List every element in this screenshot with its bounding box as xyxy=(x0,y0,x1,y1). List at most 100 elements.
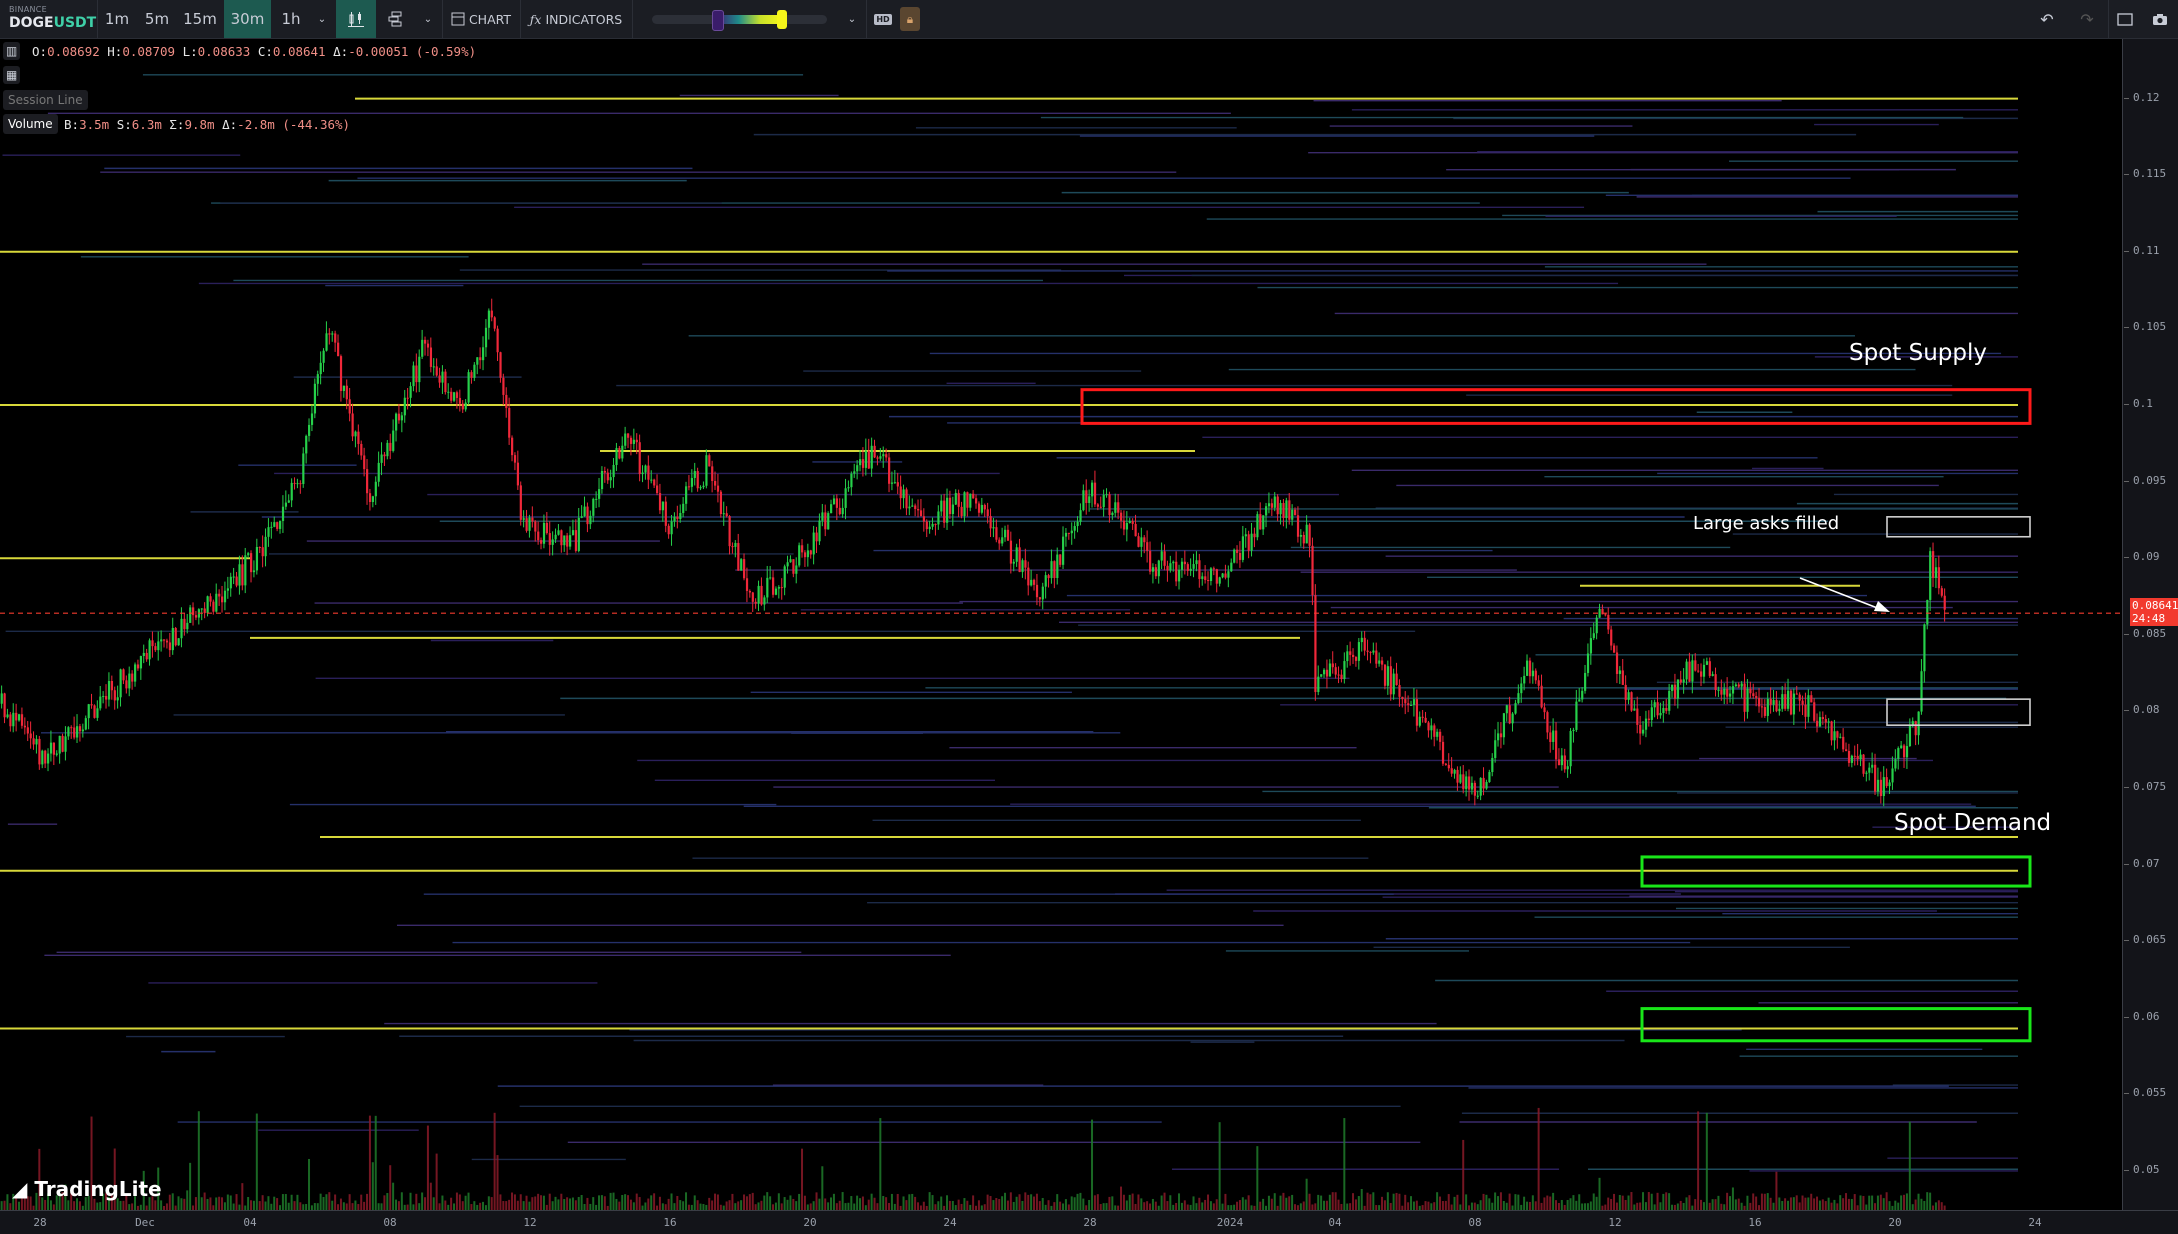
volume-bar xyxy=(1244,1199,1247,1210)
volume-bar xyxy=(1160,1195,1163,1210)
slider-chevron-down-icon[interactable]: ⌄ xyxy=(842,0,862,38)
volume-bar xyxy=(490,1197,493,1210)
volume-bar xyxy=(563,1199,566,1210)
volume-bar xyxy=(1412,1201,1415,1210)
volume-bar xyxy=(757,1202,760,1210)
volume-bar xyxy=(774,1202,777,1210)
candle xyxy=(861,459,865,468)
volume-bar xyxy=(348,1194,351,1210)
volume-bar xyxy=(308,1158,311,1210)
volume-bar xyxy=(1267,1195,1270,1210)
volume-bar xyxy=(441,1195,444,1210)
volume-bar xyxy=(1195,1203,1198,1210)
volume-bar xyxy=(354,1200,357,1210)
candle xyxy=(484,327,488,348)
candle xyxy=(203,608,206,614)
camera-icon[interactable] xyxy=(2148,0,2172,38)
volume-bar xyxy=(621,1194,624,1210)
candle xyxy=(403,397,406,416)
main-series-toggle-icon[interactable]: ▥ xyxy=(3,42,21,60)
volume-bar xyxy=(745,1196,748,1210)
candle xyxy=(1926,599,1929,625)
candle xyxy=(757,585,760,604)
slider-high-handle[interactable] xyxy=(777,10,787,29)
volume-bar xyxy=(1688,1195,1691,1210)
timeframe-1h[interactable]: 1h xyxy=(274,0,308,38)
timeframe-15m[interactable]: 15m xyxy=(178,0,222,38)
candle xyxy=(1850,755,1854,763)
hd-toggle[interactable]: HD xyxy=(872,0,894,38)
volume-bar xyxy=(1009,1192,1012,1210)
symbol-selector[interactable]: DOGEUSDT xyxy=(9,15,96,31)
volume-bar xyxy=(1331,1192,1334,1210)
candle xyxy=(1207,580,1210,582)
lock-icon[interactable]: 🔒︎ xyxy=(900,7,920,31)
volume-bar xyxy=(499,1194,502,1210)
volume-bar xyxy=(1491,1202,1494,1210)
candle xyxy=(1497,733,1500,741)
layout-chevron-down-icon[interactable]: ⌄ xyxy=(418,0,438,38)
candle xyxy=(977,503,981,513)
heatmap-range-slider[interactable] xyxy=(652,10,827,31)
volume-bar xyxy=(815,1192,818,1210)
timeframe-chevron-down-icon[interactable]: ⌄ xyxy=(312,0,332,38)
volume-bar xyxy=(1862,1195,1865,1210)
volume-bar xyxy=(629,1199,632,1210)
candle xyxy=(702,485,705,488)
candle xyxy=(1360,637,1363,643)
volume-bar xyxy=(598,1195,601,1210)
candle xyxy=(1839,736,1842,738)
volume-bar xyxy=(386,1193,389,1210)
candle xyxy=(685,486,688,504)
candle xyxy=(29,733,32,739)
redo-icon[interactable]: ↷ xyxy=(2076,0,2098,38)
volume-bar xyxy=(197,1111,200,1210)
volume-bar xyxy=(1441,1200,1444,1210)
volume-bar xyxy=(647,1198,650,1210)
slider-low-handle[interactable] xyxy=(712,10,724,31)
volume-bar xyxy=(1154,1201,1157,1210)
candle xyxy=(1659,713,1662,716)
candle xyxy=(1908,725,1912,747)
volume-bar xyxy=(1299,1203,1302,1210)
candle-chart-icon[interactable] xyxy=(336,0,376,38)
volume-indicator-label[interactable]: Volume xyxy=(3,114,58,134)
volume-bar xyxy=(1816,1196,1819,1210)
volume-bar xyxy=(1763,1193,1766,1210)
chart-button[interactable]: CHART xyxy=(448,0,514,38)
undo-icon[interactable]: ↶ xyxy=(2036,0,2058,38)
timeframe-5m[interactable]: 5m xyxy=(138,0,176,38)
candle xyxy=(1810,695,1813,703)
volume-bar xyxy=(496,1155,499,1210)
volume-bar xyxy=(493,1112,496,1210)
volume-bar xyxy=(426,1125,429,1210)
volume-bar xyxy=(1694,1199,1697,1210)
candle xyxy=(444,371,447,393)
time-axis[interactable]: 28 Dec 04 08 12 16 20 24 28 2024 04 08 12 16 20 24 xyxy=(0,1210,2178,1234)
candle xyxy=(302,453,305,484)
session-line-label[interactable]: Session Line xyxy=(3,90,88,110)
time-tick: 16 xyxy=(1748,1216,1762,1229)
indicators-button[interactable]: ƒx INDICATORS xyxy=(526,0,626,38)
candle xyxy=(0,693,3,704)
candle xyxy=(458,397,462,404)
volume-bar xyxy=(612,1192,615,1210)
volume-bar xyxy=(1325,1200,1328,1210)
candle xyxy=(1082,490,1085,511)
chart-canvas[interactable] xyxy=(0,39,2122,1210)
large-asks-label: Large asks filled xyxy=(1693,513,1840,534)
candle xyxy=(627,433,630,438)
timeframe-1m[interactable]: 1m xyxy=(100,0,134,38)
heatmap-toggle-icon[interactable]: ▦ xyxy=(3,66,21,84)
volume-bar xyxy=(1714,1199,1717,1210)
volume-bar xyxy=(1807,1197,1810,1210)
volume-bar xyxy=(455,1192,458,1210)
candle xyxy=(258,546,261,548)
timeframe-30m[interactable]: 30m xyxy=(224,0,271,38)
candle xyxy=(1401,696,1404,700)
fullscreen-icon[interactable] xyxy=(2114,0,2136,38)
candle xyxy=(563,535,566,546)
candle xyxy=(621,445,624,459)
candle xyxy=(1186,564,1189,571)
layout-icon[interactable] xyxy=(380,0,410,38)
